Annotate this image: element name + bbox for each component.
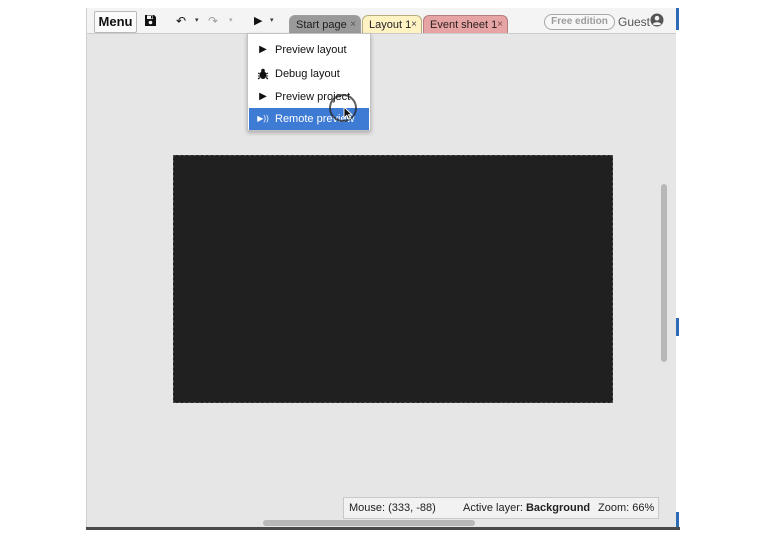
menu-item-label: Preview layout (275, 44, 347, 56)
undo-dropdown-caret[interactable]: ▾ (195, 12, 199, 30)
free-edition-badge[interactable]: Free edition (544, 14, 615, 30)
tab-close-icon[interactable]: × (350, 16, 356, 34)
tab-close-icon[interactable]: × (411, 16, 417, 34)
window-edge-marker (676, 512, 679, 528)
vertical-scrollbar-thumb[interactable] (661, 184, 667, 362)
tab-close-icon[interactable]: × (497, 16, 503, 34)
tab-label: Event sheet 1 (430, 19, 498, 31)
menu-item-debug-layout[interactable]: Debug layout (249, 63, 369, 85)
play-icon: ▶ (259, 44, 267, 55)
status-bar: Mouse: (333, -88) Active layer: Backgrou… (343, 497, 659, 519)
tab-label: Start page (296, 19, 347, 31)
main-toolbar: Menu ↶ ▾ ↷ ▾ ▶ ▾ Start page × Layout 1 ×… (87, 8, 677, 34)
tab-event-sheet-1[interactable]: Event sheet 1 × (423, 15, 508, 33)
user-account-icon[interactable] (650, 13, 664, 27)
menu-item-label: Debug layout (275, 68, 340, 80)
play-icon: ▶ (259, 91, 267, 102)
horizontal-scrollbar-thumb[interactable] (263, 520, 475, 526)
menu-item-preview-layout[interactable]: ▶ Preview layout (249, 39, 369, 61)
preview-dropdown-caret[interactable]: ▾ (270, 12, 274, 30)
window-bottom-edge (86, 527, 680, 530)
save-icon (145, 15, 156, 26)
window-edge-marker (676, 8, 679, 30)
layout-canvas[interactable] (173, 155, 613, 403)
tab-layout-1[interactable]: Layout 1 × (362, 15, 422, 33)
redo-dropdown-caret[interactable]: ▾ (229, 12, 233, 30)
layout-editor-window: Menu ↶ ▾ ↷ ▾ ▶ ▾ Start page × Layout 1 ×… (86, 8, 677, 530)
mouse-pointer-icon (343, 106, 353, 120)
menu-button[interactable]: Menu (94, 11, 137, 33)
window-edge (676, 8, 680, 528)
user-name[interactable]: Guest (618, 14, 650, 30)
tab-start-page[interactable]: Start page × (289, 15, 361, 33)
mouse-position-readout: Mouse: (333, -88) (349, 502, 436, 514)
remote-preview-icon: ▶)) (257, 114, 269, 123)
tab-label: Layout 1 (369, 19, 412, 31)
save-button[interactable] (144, 12, 158, 30)
zoom-readout: Zoom: 66% (598, 502, 655, 514)
undo-button[interactable]: ↶ (176, 12, 186, 30)
redo-button[interactable]: ↷ (208, 12, 218, 30)
active-layer-value: Background (525, 502, 591, 514)
window-edge-marker (676, 318, 679, 336)
active-layer-label: Active layer: (463, 502, 526, 514)
preview-play-button[interactable]: ▶ (254, 12, 262, 30)
active-layer-readout: Active layer: Background (463, 498, 590, 518)
bug-icon (257, 63, 269, 85)
